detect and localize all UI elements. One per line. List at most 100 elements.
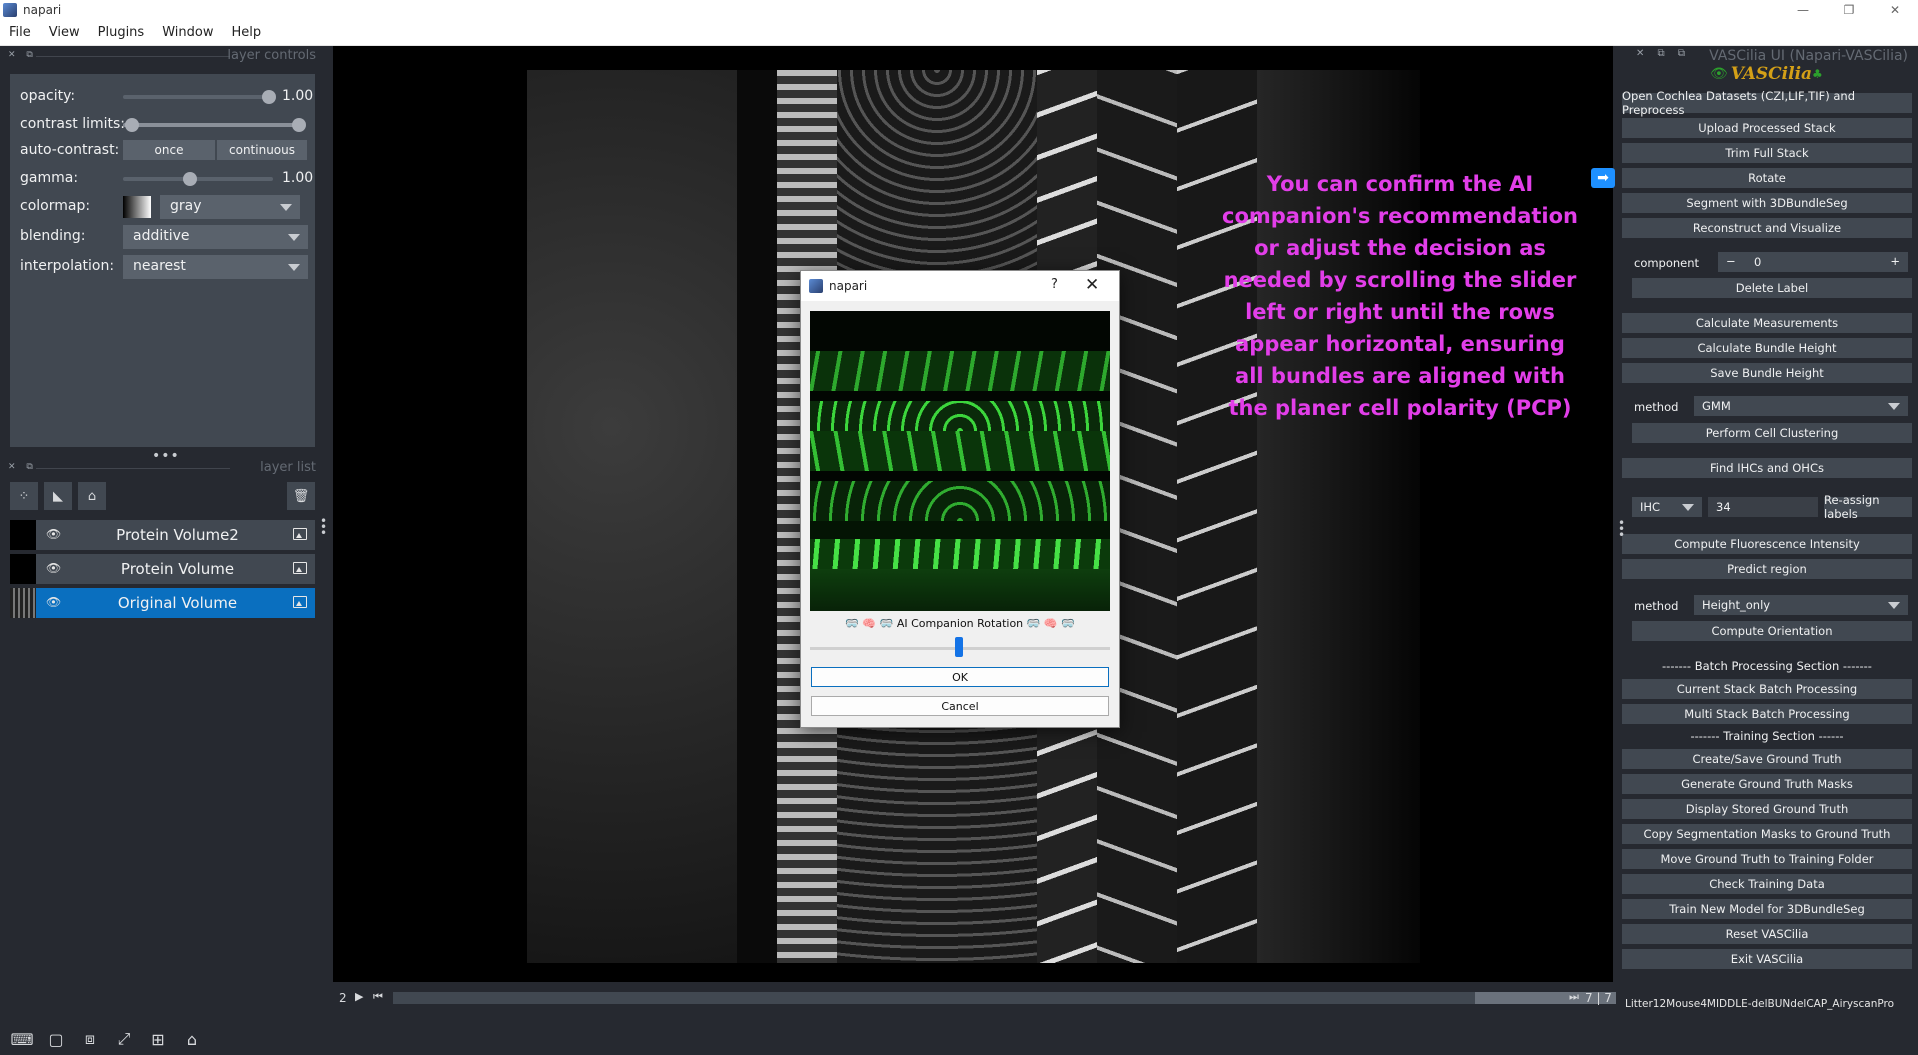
gamma-slider-handle[interactable] <box>183 172 197 186</box>
find-ihc-ohc-button[interactable]: Find IHCs and OHCs <box>1622 458 1912 478</box>
delete-label-button[interactable]: Delete Label <box>1632 278 1912 298</box>
multi-batch-button[interactable]: Multi Stack Batch Processing <box>1622 704 1912 724</box>
cluster-button[interactable]: Perform Cell Clustering <box>1632 423 1912 443</box>
rotation-dialog: napari ? ✕ 🥽 🧠 🥽 AI Companion Rotation 🥽… <box>800 270 1120 728</box>
train-model-button[interactable]: Train New Model for 3DBundleSeg <box>1622 899 1912 919</box>
copy-seg-button[interactable]: Copy Segmentation Masks to Ground Truth <box>1622 824 1912 844</box>
upload-stack-button[interactable]: Upload Processed Stack <box>1622 118 1912 138</box>
check-training-button[interactable]: Check Training Data <box>1622 874 1912 894</box>
step-back-icon[interactable]: ⏮ <box>373 990 383 1004</box>
method-select[interactable]: Height_only <box>1694 595 1908 615</box>
cell-type-value: IHC <box>1640 500 1661 514</box>
menu-view[interactable]: View <box>40 25 89 40</box>
interpolation-select[interactable]: nearest <box>123 255 308 279</box>
menu-file[interactable]: File <box>0 25 40 40</box>
image-layer-icon <box>293 562 307 574</box>
dock-float-icons[interactable]: ✕ ⧉ <box>8 462 37 472</box>
layer-row-selected[interactable]: 👁 Original Volume <box>10 588 315 618</box>
current-batch-button[interactable]: Current Stack Batch Processing <box>1622 679 1912 699</box>
new-points-layer-icon[interactable]: ⁘ <box>10 482 38 510</box>
blending-value: additive <box>133 228 190 244</box>
logo-text: VASCilia <box>1730 64 1813 84</box>
auto-contrast-once-button[interactable]: once <box>123 140 215 160</box>
method-select[interactable]: GMM <box>1694 396 1908 416</box>
move-gt-button[interactable]: Move Ground Truth to Training Folder <box>1622 849 1912 869</box>
new-labels-layer-icon[interactable]: ⌂ <box>78 482 106 510</box>
opacity-slider-handle[interactable] <box>262 90 276 104</box>
label-number-input[interactable]: 34 <box>1708 497 1818 517</box>
exit-vascilia-button[interactable]: Exit VASCilia <box>1622 949 1912 969</box>
interpolation-value: nearest <box>133 258 186 274</box>
close-window-button[interactable]: ✕ <box>1872 0 1918 19</box>
minimize-button[interactable]: — <box>1780 0 1826 19</box>
increment-icon[interactable]: + <box>1890 254 1900 268</box>
compute-orientation-button[interactable]: Compute Orientation <box>1632 621 1912 641</box>
console-icon[interactable]: ⌨ <box>8 1025 36 1053</box>
eye-icon[interactable]: 👁 <box>46 527 61 541</box>
generate-gt-button[interactable]: Generate Ground Truth Masks <box>1622 774 1912 794</box>
component-spinbox[interactable]: − 0 + <box>1718 252 1908 272</box>
fluorescence-button[interactable]: Compute Fluorescence Intensity <box>1622 534 1912 554</box>
gamma-slider[interactable] <box>123 177 273 181</box>
layer-controls-title: layer controls <box>227 48 316 63</box>
dock-float-icons[interactable]: ✕ ⧉ ⧉ <box>1636 48 1690 59</box>
dock-float-icons[interactable]: ✕ ⧉ <box>8 50 37 60</box>
contrast-max-handle[interactable] <box>292 118 306 132</box>
layer-row[interactable]: 👁 Protein Volume <box>10 554 315 584</box>
step-forward-icon[interactable]: ⏭ <box>1569 990 1579 1004</box>
display-gt-button[interactable]: Display Stored Ground Truth <box>1622 799 1912 819</box>
eye-icon[interactable]: 👁 <box>46 561 61 575</box>
layer-row[interactable]: 👁 Protein Volume2 <box>10 520 315 550</box>
rotate-button[interactable]: Rotate <box>1622 168 1912 188</box>
square-2d-3d-icon[interactable]: ▢ <box>42 1025 70 1053</box>
dims-slider[interactable] <box>393 992 1627 1004</box>
menu-plugins[interactable]: Plugins <box>89 25 154 40</box>
save-height-button[interactable]: Save Bundle Height <box>1622 363 1912 383</box>
transpose-icon[interactable]: ⤢ <box>110 1025 138 1053</box>
status-filename: Litter12Mouse4MIDDLE-delBUNdelCAP_Airysc… <box>1625 998 1895 1010</box>
menu-window[interactable]: Window <box>153 25 222 40</box>
reassign-labels-button[interactable]: Re-assign labels <box>1824 493 1912 521</box>
create-gt-button[interactable]: Create/Save Ground Truth <box>1622 749 1912 769</box>
chevron-down-icon <box>288 264 300 271</box>
calculate-height-button[interactable]: Calculate Bundle Height <box>1622 338 1912 358</box>
contrast-limits-slider[interactable] <box>123 123 303 127</box>
open-datasets-button[interactable]: Open Cochlea Datasets (CZI,LIF,TIF) and … <box>1622 89 1912 117</box>
dock-resize-handle[interactable]: • • • <box>1618 517 1625 541</box>
layer-name: Protein Volume <box>120 560 235 578</box>
decrement-icon[interactable]: − <box>1726 254 1736 268</box>
layer-name: Original Volume <box>117 594 238 612</box>
roll-dims-icon[interactable]: ⧈ <box>76 1025 104 1053</box>
cancel-button[interactable]: Cancel <box>811 696 1109 716</box>
delete-layer-icon[interactable]: 🗑 <box>287 482 315 510</box>
window-title: napari <box>23 2 62 17</box>
segment-button[interactable]: Segment with 3DBundleSeg <box>1622 193 1912 213</box>
leaf-icon: ♣ <box>1812 67 1823 81</box>
grid-icon[interactable]: ⊞ <box>144 1025 172 1053</box>
calculate-measurements-button[interactable]: Calculate Measurements <box>1622 313 1912 333</box>
opacity-slider[interactable] <box>123 95 273 99</box>
trim-stack-button[interactable]: Trim Full Stack <box>1622 143 1912 163</box>
colormap-select[interactable]: gray <box>160 195 300 219</box>
eye-icon[interactable]: 👁 <box>46 595 61 609</box>
blending-select[interactable]: additive <box>123 225 308 249</box>
contrast-min-handle[interactable] <box>125 118 139 132</box>
menu-help[interactable]: Help <box>222 25 270 40</box>
close-icon[interactable]: ✕ <box>1085 275 1099 295</box>
help-icon[interactable]: ? <box>1051 277 1058 292</box>
maximize-button[interactable]: ❐ <box>1826 0 1872 19</box>
predict-region-button[interactable]: Predict region <box>1622 559 1912 579</box>
cell-type-select[interactable]: IHC <box>1632 497 1702 517</box>
opacity-row: opacity: 1.00 <box>10 84 315 110</box>
reset-vascilia-button[interactable]: Reset VASCilia <box>1622 924 1912 944</box>
method-label: method <box>1634 599 1679 613</box>
play-icon[interactable]: ▶ <box>355 990 363 1003</box>
reconstruct-button[interactable]: Reconstruct and Visualize <box>1622 218 1912 238</box>
auto-contrast-continuous-button[interactable]: continuous <box>217 140 307 160</box>
home-icon[interactable]: ⌂ <box>178 1025 206 1053</box>
ok-button[interactable]: OK <box>811 667 1109 687</box>
new-shapes-layer-icon[interactable]: ◣ <box>44 482 72 510</box>
rotation-slider-handle[interactable] <box>955 637 963 657</box>
opacity-value: 1.00 <box>282 88 314 104</box>
layer-list-resize-handle[interactable]: • • • <box>320 515 327 539</box>
